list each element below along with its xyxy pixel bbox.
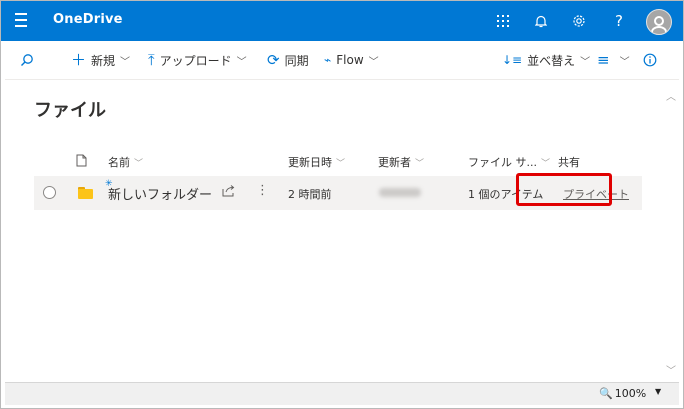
app-launcher-icon[interactable]: [493, 11, 513, 31]
flow-label: Flow: [336, 53, 364, 67]
sort-button[interactable]: ↓≡ 並べ替え ﹀: [502, 51, 590, 69]
upload-label: アップロード: [159, 53, 232, 68]
help-icon[interactable]: ?: [609, 11, 629, 31]
upload-button[interactable]: ⤒ アップロード ﹀: [148, 51, 247, 69]
zoom-level: 100%: [614, 387, 647, 400]
list-view-icon: ≡: [597, 51, 610, 69]
zoom-icon: 🔍: [599, 387, 613, 400]
new-button[interactable]: ＋ 新規 ﹀: [71, 51, 130, 69]
more-actions-icon[interactable]: ⋮: [256, 183, 269, 198]
vertical-scrollbar[interactable]: ︿ ﹀: [663, 80, 680, 382]
flow-icon: ⌁: [324, 53, 332, 67]
share-icon[interactable]: [222, 184, 235, 200]
search-icon[interactable]: [20, 51, 34, 69]
scroll-down-icon[interactable]: ﹀: [666, 362, 676, 377]
file-type-header-icon[interactable]: [76, 154, 87, 167]
chevron-down-icon: ﹀: [120, 56, 131, 68]
view-options-button[interactable]: ≡ ﹀: [597, 51, 630, 69]
scroll-up-icon[interactable]: ︿: [666, 88, 676, 103]
chevron-down-icon: ﹀: [415, 158, 425, 169]
chevron-down-icon: ﹀: [236, 56, 247, 68]
file-list-area: ファイル 名前 ﹀ 更新日時 ﹀ 更新者 ﹀ ファイル サ... ﹀ 共有 ✳ 新しいフ…: [5, 80, 663, 382]
chevron-down-icon: ﹀: [336, 158, 346, 169]
notification-bell-icon[interactable]: [531, 11, 551, 31]
flow-button[interactable]: ⌁ Flow ﹀: [324, 51, 379, 69]
chevron-down-icon: ﹀: [541, 158, 551, 169]
modified-by-blurred: [379, 188, 421, 197]
chevron-down-icon: ﹀: [580, 56, 591, 68]
browser-frame: OneDrive ? ＋ 新規 ﹀ ⤒ アップロード ﹀ ⟳ 同期 ⌁ Flow…: [0, 0, 684, 409]
row-select-checkbox[interactable]: [43, 186, 56, 199]
folder-icon: [78, 187, 93, 199]
column-header-name[interactable]: 名前 ﹀: [108, 154, 143, 170]
sync-label: 同期: [284, 53, 309, 68]
status-bar: 🔍 100% ▼: [5, 382, 679, 405]
new-label: 新規: [91, 53, 116, 68]
plus-icon: ＋: [71, 51, 87, 69]
suite-header: OneDrive ?: [1, 1, 683, 41]
column-header-file-size-label: ファイル サ...: [468, 156, 537, 169]
command-bar: ＋ 新規 ﹀ ⤒ アップロード ﹀ ⟳ 同期 ⌁ Flow ﹀ ↓≡ 並べ替え …: [5, 41, 679, 80]
column-header-name-label: 名前: [108, 156, 130, 169]
modified-cell: 2 時間前: [288, 188, 332, 201]
sort-label: 並べ替え: [527, 53, 576, 68]
avatar[interactable]: [646, 9, 672, 35]
sync-button[interactable]: ⟳ 同期: [267, 51, 309, 69]
column-header-modified[interactable]: 更新日時 ﹀: [288, 154, 345, 170]
zoom-control[interactable]: 🔍 100%: [599, 387, 646, 400]
sync-icon: ⟳: [267, 51, 280, 69]
upload-arrow-icon: ⤒: [148, 51, 155, 69]
chevron-down-icon: ﹀: [368, 56, 379, 68]
highlight-annotation-box: [516, 173, 612, 206]
column-header-file-size[interactable]: ファイル サ... ﹀: [468, 154, 550, 170]
settings-gear-icon[interactable]: [569, 11, 589, 31]
column-header-sharing-label: 共有: [558, 156, 580, 169]
zoom-dropdown-icon[interactable]: ▼: [655, 387, 661, 396]
app-title[interactable]: OneDrive: [53, 12, 123, 27]
column-header-modified-by[interactable]: 更新者 ﹀: [378, 154, 424, 170]
info-icon[interactable]: [643, 51, 657, 69]
column-header-sharing[interactable]: 共有: [558, 154, 580, 170]
column-header-modified-by-label: 更新者: [378, 156, 411, 169]
chevron-down-icon: ﹀: [619, 56, 630, 68]
sort-icon: ↓≡: [502, 53, 523, 67]
chevron-down-icon: ﹀: [134, 158, 144, 169]
page-title: ファイル: [34, 100, 106, 121]
hamburger-menu-icon[interactable]: [15, 13, 29, 29]
column-header-modified-label: 更新日時: [288, 156, 332, 169]
folder-name-link[interactable]: 新しいフォルダー: [108, 184, 212, 203]
